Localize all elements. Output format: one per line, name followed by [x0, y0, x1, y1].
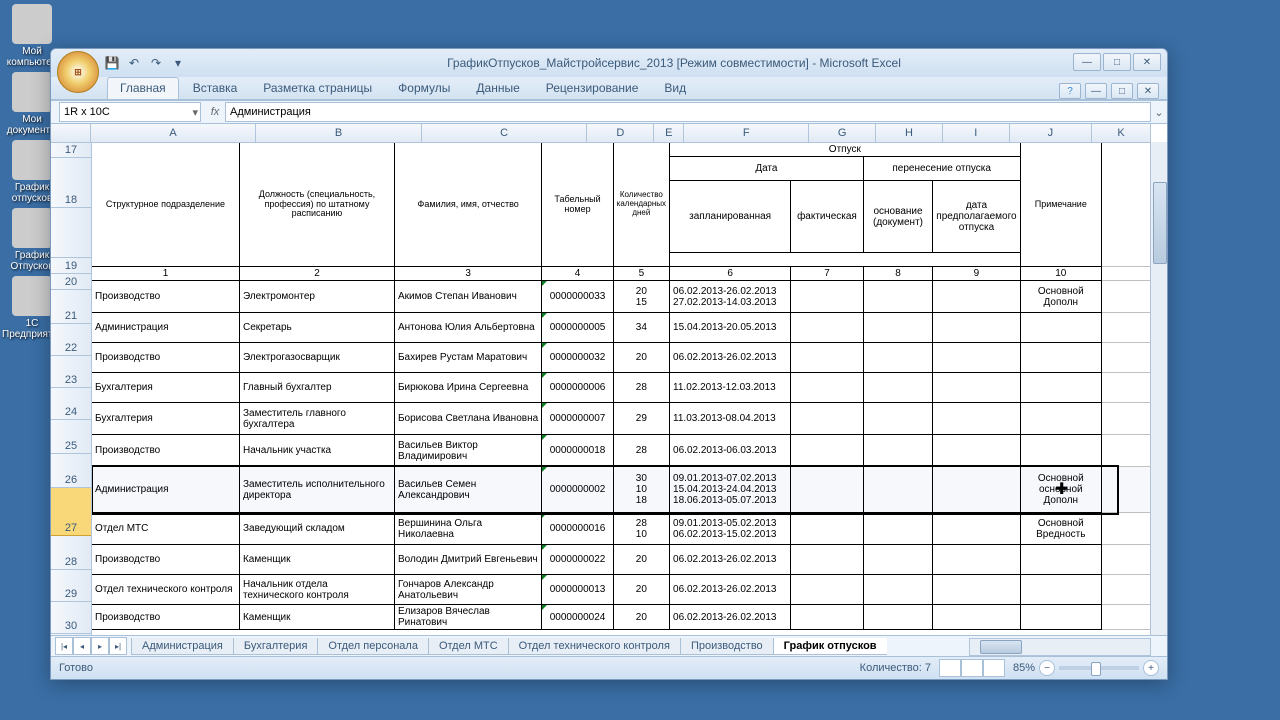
fx-icon[interactable]: fx — [205, 106, 225, 118]
sheet-tab[interactable]: Отдел МТС — [428, 638, 509, 655]
column-header[interactable]: G — [809, 124, 876, 142]
tab-nav-last[interactable]: ▸| — [109, 637, 127, 655]
office-button[interactable]: ⊞ — [57, 51, 99, 93]
ribbon-tab[interactable]: Формулы — [386, 78, 462, 99]
row-header[interactable]: 18 — [51, 158, 91, 208]
row-header[interactable]: 19 — [51, 258, 91, 274]
row-header[interactable]: 22 — [51, 324, 91, 356]
zoom-out-button[interactable]: − — [1039, 660, 1055, 676]
row-header[interactable] — [51, 634, 91, 635]
redo-icon[interactable]: ↷ — [147, 54, 165, 72]
titlebar: ⊞ 💾 ↶ ↷ ▾ ГрафикОтпусков_Майстройсервис_… — [51, 49, 1167, 77]
table-row[interactable]: ПроизводствоЭлектрогазосварщикБахирев Ру… — [92, 343, 1151, 373]
vertical-scrollbar[interactable] — [1150, 142, 1167, 635]
table-row[interactable]: АдминистрацияЗаместитель исполнительного… — [92, 467, 1151, 513]
sheet-tab[interactable]: Отдел технического контроля — [508, 638, 681, 655]
column-header[interactable]: I — [943, 124, 1010, 142]
ribbon-tab[interactable]: Рецензирование — [534, 78, 651, 99]
zoom-level[interactable]: 85% — [1013, 662, 1035, 674]
excel-window: ⊞ 💾 ↶ ↷ ▾ ГрафикОтпусков_Майстройсервис_… — [50, 48, 1168, 680]
ribbon-tab[interactable]: Вставка — [181, 78, 250, 99]
quick-access-toolbar: 💾 ↶ ↷ ▾ — [103, 52, 187, 74]
status-bar: Готово Количество: 7 85% − + — [51, 656, 1167, 679]
tab-nav-next[interactable]: ▸ — [91, 637, 109, 655]
column-header[interactable]: B — [256, 124, 422, 142]
row-header[interactable]: 29 — [51, 570, 91, 602]
column-header[interactable]: A — [91, 124, 257, 142]
table-row[interactable]: ПроизводствоКаменщикВолодин Дмитрий Евге… — [92, 545, 1151, 575]
workbook-restore-button[interactable]: □ — [1111, 83, 1133, 99]
zoom-slider[interactable] — [1059, 666, 1139, 670]
formula-expand-icon[interactable]: ⌄ — [1151, 106, 1167, 119]
sheet-tabs-bar: |◂ ◂ ▸ ▸| АдминистрацияБухгалтерияОтдел … — [51, 635, 1167, 656]
row-header[interactable]: 27 — [51, 488, 91, 536]
row-header[interactable]: 20 — [51, 274, 91, 290]
table-row[interactable]: БухгалтерияЗаместитель главного бухгалте… — [92, 403, 1151, 435]
sheet-tab[interactable]: Бухгалтерия — [233, 638, 319, 655]
close-button[interactable]: ✕ — [1133, 53, 1161, 71]
column-header[interactable]: K — [1092, 124, 1151, 142]
formula-input[interactable]: Администрация — [225, 102, 1151, 122]
row-header[interactable]: 26 — [51, 454, 91, 488]
column-header[interactable]: E — [654, 124, 684, 142]
workbook-minimize-button[interactable]: — — [1085, 83, 1107, 99]
window-title: ГрафикОтпусков_Майстройсервис_2013 [Режи… — [181, 56, 1167, 70]
table-row[interactable]: Отдел технического контроляНачальник отд… — [92, 575, 1151, 605]
workbook-close-button[interactable]: ✕ — [1137, 83, 1159, 99]
row-header[interactable]: 23 — [51, 356, 91, 388]
row-header[interactable]: 21 — [51, 290, 91, 324]
horizontal-scrollbar[interactable] — [969, 638, 1151, 656]
row-header[interactable] — [51, 208, 91, 258]
table-row[interactable]: Отдел МТСЗаведующий складомВершинина Оль… — [92, 513, 1151, 545]
help-button[interactable]: ? — [1059, 83, 1081, 99]
select-all-corner[interactable] — [51, 124, 91, 142]
formula-bar: 1R x 10C fx Администрация ⌄ — [51, 100, 1167, 124]
ribbon-tab[interactable]: Разметка страницы — [251, 78, 384, 99]
sheet-tab[interactable]: Отдел персонала — [317, 638, 429, 655]
ribbon-tab[interactable]: Вид — [652, 78, 698, 99]
vscroll-thumb[interactable] — [1153, 182, 1167, 264]
table-row[interactable]: ПроизводствоЭлектромонтерАкимов Степан И… — [92, 281, 1151, 313]
status-count: Количество: 7 — [860, 662, 931, 674]
desktop: Мой компьютерМои документыГрафик отпуско… — [0, 0, 1280, 720]
column-header[interactable]: D — [587, 124, 654, 142]
sheet-tab[interactable]: Администрация — [131, 638, 234, 655]
column-header[interactable]: H — [876, 124, 943, 142]
ribbon-tab[interactable]: Главная — [107, 77, 179, 99]
table-row[interactable]: АдминистрацияСекретарьАнтонова Юлия Альб… — [92, 313, 1151, 343]
table-row[interactable]: БухгалтерияГлавный бухгалтерБирюкова Ири… — [92, 373, 1151, 403]
spreadsheet-grid[interactable]: ABCDEFGHIJK 1718 192021222324252627282930… — [51, 124, 1167, 635]
column-header[interactable]: F — [684, 124, 809, 142]
row-header[interactable]: 17 — [51, 142, 91, 158]
zoom-in-button[interactable]: + — [1143, 660, 1159, 676]
table-row[interactable]: ПроизводствоКаменщикЕлизаров Вячеслав Ри… — [92, 605, 1151, 630]
table-row[interactable]: ПроизводствоНачальник участкаВасильев Ви… — [92, 435, 1151, 467]
tab-nav-prev[interactable]: ◂ — [73, 637, 91, 655]
column-header[interactable]: J — [1010, 124, 1092, 142]
row-header[interactable]: 25 — [51, 420, 91, 454]
sheet-tab[interactable]: График отпусков — [773, 638, 887, 655]
sheet-tab[interactable]: Производство — [680, 638, 774, 655]
minimize-button[interactable]: — — [1073, 53, 1101, 71]
row-header[interactable]: 28 — [51, 536, 91, 570]
row-header[interactable]: 24 — [51, 388, 91, 420]
save-icon[interactable]: 💾 — [103, 54, 121, 72]
ribbon-tabs: ГлавнаяВставкаРазметка страницыФормулыДа… — [51, 77, 1167, 100]
maximize-button[interactable]: □ — [1103, 53, 1131, 71]
name-box[interactable]: 1R x 10C — [59, 102, 201, 122]
column-header[interactable]: C — [422, 124, 588, 142]
ribbon-tab[interactable]: Данные — [464, 78, 531, 99]
tab-nav-first[interactable]: |◂ — [55, 637, 73, 655]
hscroll-thumb[interactable] — [980, 640, 1022, 654]
row-header[interactable]: 30 — [51, 602, 91, 634]
view-normal-button[interactable] — [939, 659, 961, 677]
view-pagebreak-button[interactable] — [983, 659, 1005, 677]
status-ready: Готово — [59, 662, 93, 674]
view-layout-button[interactable] — [961, 659, 983, 677]
undo-icon[interactable]: ↶ — [125, 54, 143, 72]
qat-dropdown-icon[interactable]: ▾ — [169, 54, 187, 72]
